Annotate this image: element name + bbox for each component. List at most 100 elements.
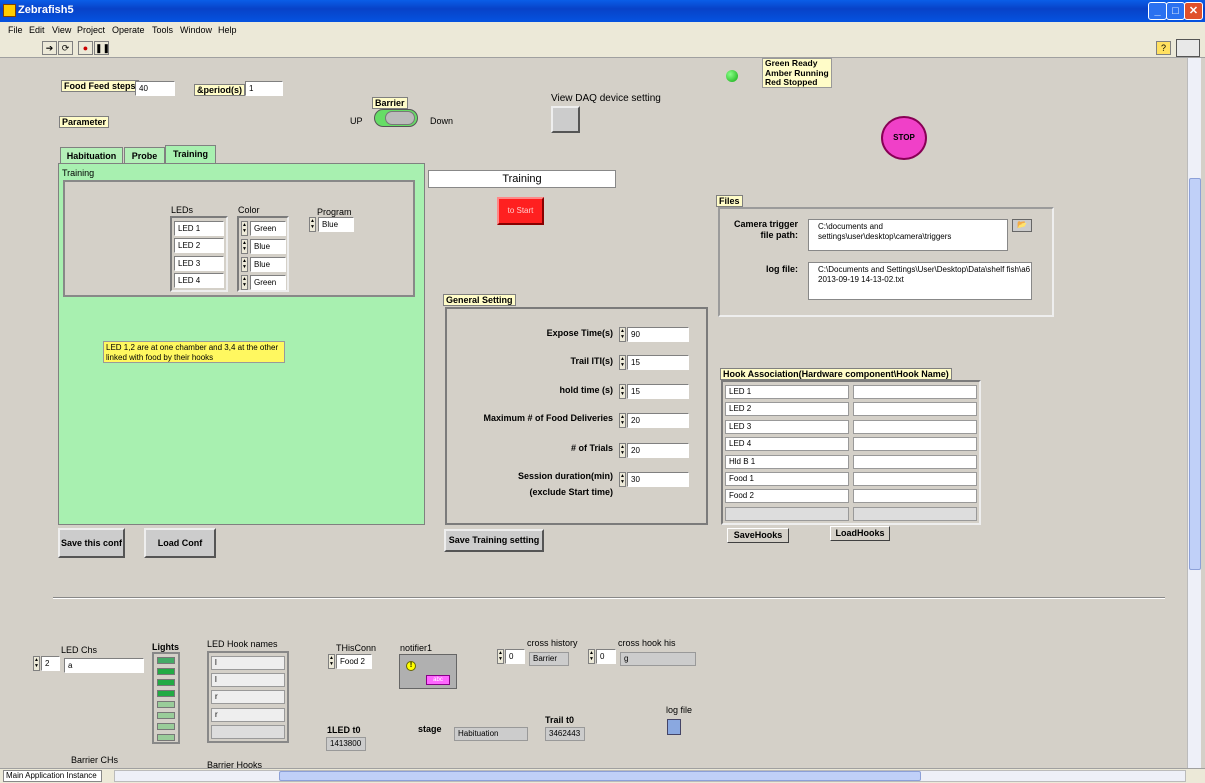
hook-name-3[interactable] <box>853 419 977 434</box>
menu-edit[interactable]: Edit <box>29 25 45 35</box>
tab-training[interactable]: Training <box>165 145 216 164</box>
hook-component-4[interactable]: LED 4 <box>725 437 849 452</box>
load-hooks-button[interactable]: LoadHooks <box>830 526 890 541</box>
food-steps-input[interactable]: 40 <box>135 81 175 96</box>
hook-component-8[interactable] <box>725 506 849 521</box>
run-icon[interactable]: ➔ <box>42 41 57 55</box>
program-ring-arrows[interactable]: ▲ ▼ <box>309 217 316 232</box>
led-2-field[interactable]: LED 2 <box>174 238 224 253</box>
period-input[interactable]: 1 <box>245 81 283 96</box>
led-chs-input[interactable]: a <box>64 658 144 673</box>
minimize-button[interactable]: _ <box>1148 2 1167 20</box>
expose-time-arrows[interactable]: ▲ ▼ <box>619 327 626 342</box>
thisconn-ring[interactable]: Food 2 <box>336 654 372 669</box>
hook-component-6[interactable]: Food 1 <box>725 472 849 486</box>
scrollbar-thumb[interactable] <box>1189 178 1201 570</box>
program-ring[interactable]: Blue <box>318 217 354 232</box>
menu-view[interactable]: View <box>52 25 71 35</box>
hook-name-7[interactable] <box>853 489 977 504</box>
hold-time-input[interactable]: 15 <box>627 384 689 399</box>
color-1-ring[interactable]: Green <box>250 221 286 236</box>
status-bar: Main Application Instance <box>0 768 1205 783</box>
cross-history-arrows[interactable]: ▲ ▼ <box>497 649 504 664</box>
daq-button[interactable] <box>551 106 580 133</box>
led-3-field[interactable]: LED 3 <box>174 256 224 271</box>
menu-file[interactable]: File <box>8 25 23 35</box>
trials-arrows[interactable]: ▲ ▼ <box>619 443 626 458</box>
trials-input[interactable]: 20 <box>627 443 689 458</box>
menu-tools[interactable]: Tools <box>152 25 173 35</box>
hook-name-2[interactable] <box>853 402 977 417</box>
cross-history-index[interactable]: 0 <box>505 649 525 664</box>
to-start-button[interactable]: to Start <box>497 197 544 225</box>
session-arrows[interactable]: ▲ ▼ <box>619 472 626 487</box>
expose-time-input[interactable]: 90 <box>627 327 689 342</box>
tab-probe[interactable]: Probe <box>124 147 165 164</box>
max-food-input[interactable]: 20 <box>627 413 689 428</box>
save-training-button[interactable]: Save Training setting <box>444 529 544 552</box>
menu-operate[interactable]: Operate <box>112 25 145 35</box>
camera-path-input[interactable]: C:\documents and settings\user\desktop\c… <box>808 219 1008 251</box>
hook-component-3[interactable]: LED 3 <box>725 419 849 434</box>
led-1-field[interactable]: LED 1 <box>174 221 224 236</box>
session-input[interactable]: 30 <box>627 472 689 487</box>
toggle-knob <box>385 111 415 125</box>
hook-component-1[interactable]: LED 1 <box>725 385 849 399</box>
color-2-ring-arrows[interactable]: ▲ ▼ <box>241 239 248 254</box>
thisconn-arrows[interactable]: ▲ ▼ <box>328 654 335 669</box>
barrier-toggle[interactable] <box>374 109 418 127</box>
trail-iti-arrows[interactable]: ▲ ▼ <box>619 355 626 370</box>
led-4-field[interactable]: LED 4 <box>174 273 224 288</box>
max-food-arrows[interactable]: ▲ ▼ <box>619 413 626 428</box>
color-3-ring[interactable]: Blue <box>250 257 286 272</box>
color-2-ring[interactable]: Blue <box>250 239 286 254</box>
hook-name-4[interactable] <box>853 437 977 452</box>
stop-button[interactable]: STOP <box>881 116 927 160</box>
abort-icon[interactable]: ● <box>78 41 93 55</box>
menu-project[interactable]: Project <box>77 25 105 35</box>
folder-browse-icon[interactable]: 📂 <box>1012 219 1032 232</box>
program-label: Program <box>317 207 352 217</box>
hook-component-7[interactable]: Food 2 <box>725 489 849 504</box>
help-icon[interactable]: ? <box>1156 41 1171 55</box>
parameter-label: Parameter <box>59 116 110 128</box>
session-label: Session duration(min) <box>517 471 613 481</box>
color-4-ring[interactable]: Green <box>250 275 286 290</box>
files-label: Files <box>716 195 743 207</box>
trail-iti-label: Trail ITI(s) <box>570 356 613 366</box>
hook-name-5[interactable] <box>853 454 977 469</box>
cross-hook-arrows[interactable]: ▲ ▼ <box>588 649 595 664</box>
hook-component-5[interactable]: Hld B 1 <box>725 454 849 469</box>
hold-time-arrows[interactable]: ▲ ▼ <box>619 384 626 399</box>
led-hook-5 <box>211 725 285 739</box>
trials-label: # of Trials <box>570 443 613 453</box>
vertical-scrollbar[interactable] <box>1187 58 1201 768</box>
cross-hook-index[interactable]: 0 <box>596 649 616 664</box>
hook-name-8[interactable] <box>853 506 977 521</box>
horizontal-scrollbar[interactable] <box>114 770 1186 782</box>
save-hooks-button[interactable]: SaveHooks <box>727 528 789 543</box>
pause-icon[interactable]: ❚❚ <box>94 41 110 55</box>
trail-iti-input[interactable]: 15 <box>627 355 689 370</box>
notifier-label: notifier1 <box>400 643 433 653</box>
color-1-ring-arrows[interactable]: ▲ ▼ <box>241 221 248 236</box>
run-continuously-icon[interactable]: ⟳ <box>58 41 73 55</box>
maximize-button[interactable]: □ <box>1166 2 1185 20</box>
log-file-input[interactable]: C:\Documents and Settings\User\Desktop\D… <box>808 262 1032 300</box>
hook-component-2[interactable]: LED 2 <box>725 402 849 417</box>
trail-t0-value: 3462443 <box>545 727 585 741</box>
tab-habituation[interactable]: Habituation <box>60 147 123 164</box>
hook-name-1[interactable] <box>853 385 977 399</box>
hook-name-6[interactable] <box>853 472 977 486</box>
menu-window[interactable]: Window <box>180 25 212 35</box>
menu-help[interactable]: Help <box>218 25 237 35</box>
close-button[interactable]: ✕ <box>1184 2 1203 20</box>
led-chs-arrows[interactable]: ▲ ▼ <box>33 656 40 671</box>
load-conf-button[interactable]: Load Conf <box>144 528 216 558</box>
color-4-ring-arrows[interactable]: ▲ ▼ <box>241 275 248 290</box>
led-chs-index[interactable]: 2 <box>41 656 60 671</box>
general-setting-label: General Setting <box>443 294 516 306</box>
save-conf-button[interactable]: Save this conf <box>58 528 125 558</box>
color-3-ring-arrows[interactable]: ▲ ▼ <box>241 257 248 272</box>
hscroll-thumb[interactable] <box>279 771 921 781</box>
